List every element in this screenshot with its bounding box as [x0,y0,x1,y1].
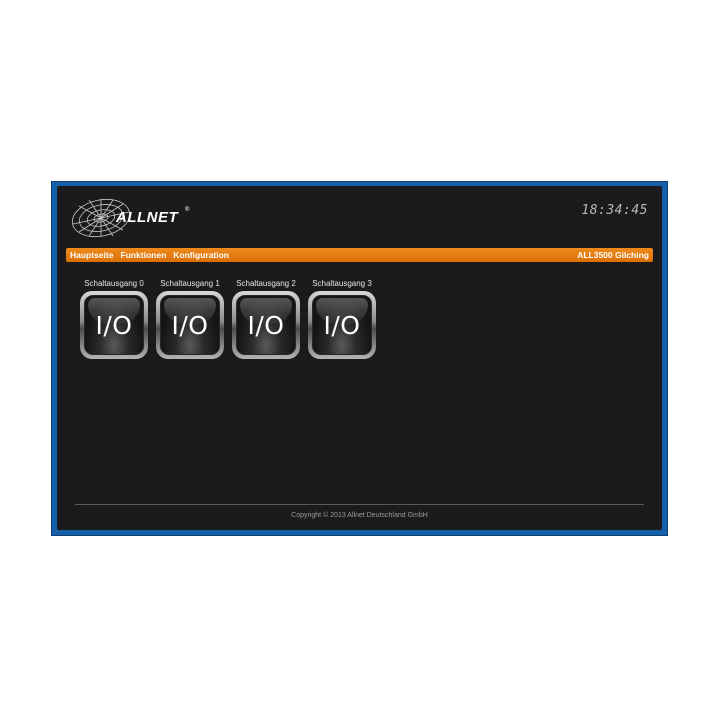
io-toggle-button-2[interactable]: I/O [232,291,300,359]
switch-output-label: Schaltausgang 1 [160,279,220,288]
switch-output-3: Schaltausgang 3 I/O [304,278,380,359]
io-toggle-button-0[interactable]: I/O [80,291,148,359]
io-button-text: I/O [95,310,133,340]
io-button-text: I/O [247,310,285,340]
nav-item-konfiguration[interactable]: Konfiguration [173,250,229,260]
switch-output-0: Schaltausgang 0 I/O [76,278,152,359]
switch-output-1: Schaltausgang 1 I/O [152,278,228,359]
main-panel: ALLNET ® 18:34:45 Hauptseite Funktionen … [57,186,662,530]
io-button-text: I/O [323,310,361,340]
registered-mark: ® [185,207,190,213]
io-button-face: I/O [160,295,220,355]
switch-output-label: Schaltausgang 0 [84,279,144,288]
io-button-face: I/O [312,295,372,355]
switch-output-label: Schaltausgang 2 [236,279,296,288]
io-toggle-button-3[interactable]: I/O [308,291,376,359]
switch-output-label: Schaltausgang 3 [312,279,372,288]
copyright-text: Copyright © 2013 Allnet Deutschland GmbH [291,512,428,519]
logo-text: ALLNET [116,209,179,226]
switch-output-2: Schaltausgang 2 I/O [228,278,304,359]
device-name: ALL3500 Gilching [577,250,649,260]
io-button-face: I/O [84,295,144,355]
io-button-text: I/O [171,310,209,340]
app-frame: ALLNET ® 18:34:45 Hauptseite Funktionen … [51,181,668,536]
switch-outputs: Schaltausgang 0 I/O Schaltausgang 1 I/O … [76,278,380,359]
footer-divider [75,504,644,505]
io-button-face: I/O [236,295,296,355]
clock-display: 18:34:45 [581,203,648,218]
nav-item-funktionen[interactable]: Funktionen [120,250,166,260]
nav-bar: Hauptseite Funktionen Konfiguration ALL3… [66,248,653,262]
allnet-logo: ALLNET ® [71,194,191,244]
nav-item-hauptseite[interactable]: Hauptseite [70,250,113,260]
io-toggle-button-1[interactable]: I/O [156,291,224,359]
